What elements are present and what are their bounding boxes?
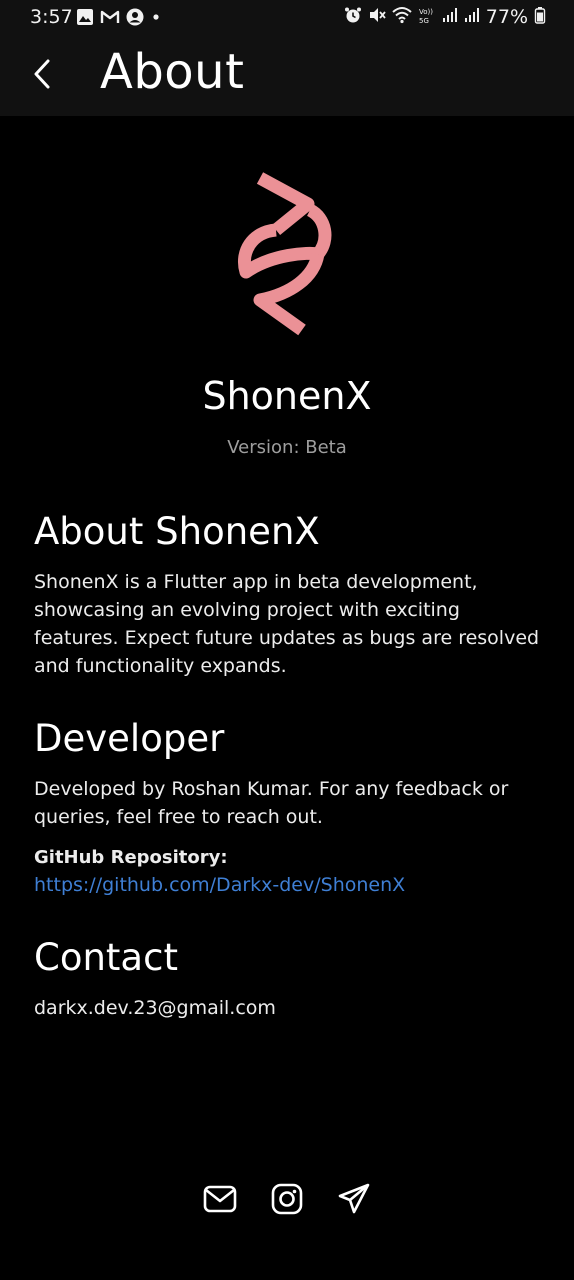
mail-icon [203,1185,237,1217]
about-screen: 3:57 Vo)) 5G 77% About ShonenX Version: … [0,0,574,1280]
developer-section: Developer Developed by Roshan Kumar. For… [34,717,544,899]
github-label: GitHub Repository: [34,847,228,868]
svg-text:5G: 5G [419,17,429,24]
instagram-button[interactable] [267,1181,307,1221]
status-bar: 3:57 Vo)) 5G 77% [0,0,574,36]
wifi-icon [392,6,412,28]
mail-button[interactable] [200,1181,240,1221]
status-right-icons: Vo)) 5G 77% [344,6,546,28]
contact-section: Contact darkx.dev.23@gmail.com [34,936,544,1022]
chevron-left-icon [31,57,53,95]
contact-email[interactable]: darkx.dev.23@gmail.com [34,994,544,1022]
image-icon [76,8,94,30]
github-link[interactable]: https://github.com/Darkx-dev/ShonenX [34,871,405,899]
shonenx-logo-icon [232,172,342,344]
account-icon [126,8,144,30]
battery-percent: 77% [485,6,528,28]
developer-text: Developed by Roshan Kumar. For any feedb… [34,778,509,828]
about-text: ShonenX is a Flutter app in beta develop… [34,571,540,677]
status-left-icons [76,8,162,30]
app-version: Version: Beta [227,437,347,458]
mute-icon [368,6,386,28]
signal-icon [442,7,458,27]
app-logo [232,170,342,340]
about-section: About ShonenX ShonenX is a Flutter app i… [34,510,544,680]
app-bar: About [0,36,574,116]
social-links [0,1181,574,1221]
contact-heading: Contact [34,936,178,979]
signal-icon [464,7,480,27]
telegram-icon [337,1183,371,1219]
app-name: ShonenX [202,374,372,418]
developer-heading: Developer [34,717,225,760]
telegram-button[interactable] [334,1181,374,1221]
status-time: 3:57 [30,6,73,28]
volte-icon: Vo)) 5G [418,6,436,28]
svg-text:Vo)): Vo)) [419,8,433,16]
about-heading: About ShonenX [34,510,320,553]
back-button[interactable] [22,54,62,98]
battery-icon [534,6,546,28]
page-title: About [100,44,245,100]
instagram-icon [271,1183,303,1219]
alarm-icon [344,6,362,28]
dot-icon [150,8,162,30]
gmail-icon [100,9,120,29]
